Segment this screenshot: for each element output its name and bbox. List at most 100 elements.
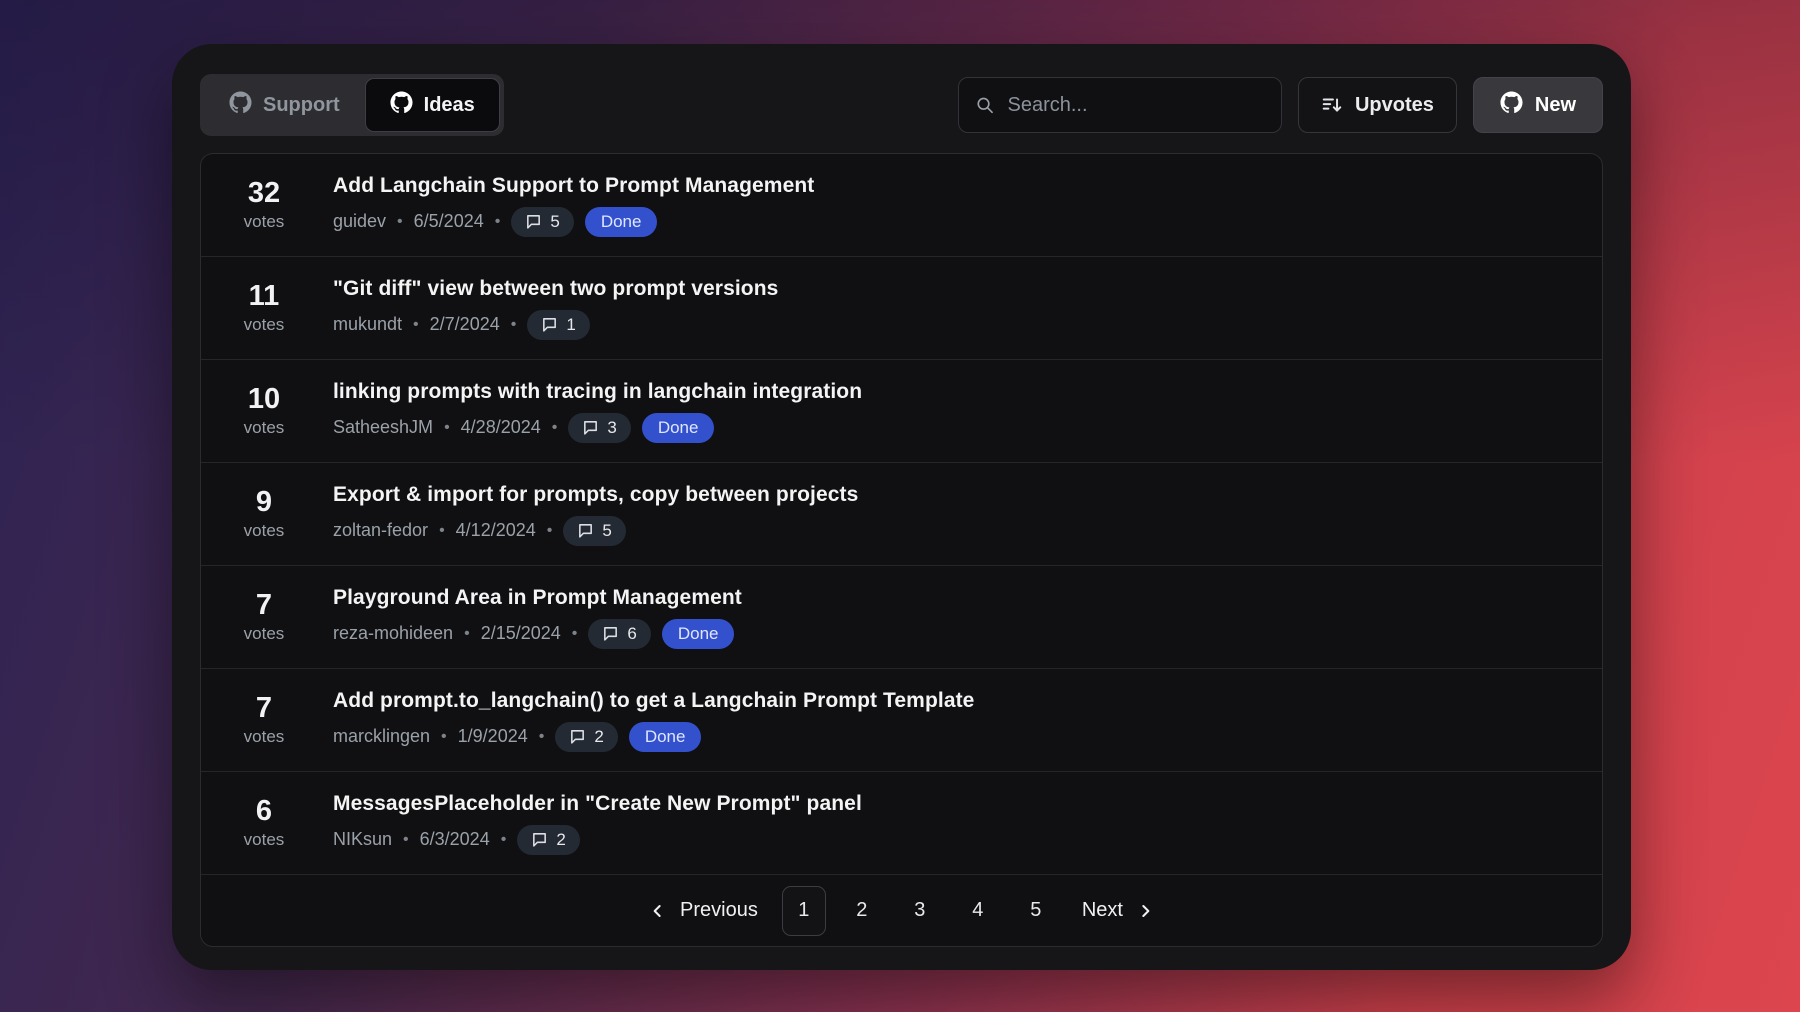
votes-label: votes <box>225 521 303 541</box>
comment-count: 6 <box>627 624 636 644</box>
meta-separator: • <box>572 625 578 643</box>
status-badge-done: Done <box>642 413 715 443</box>
tab-ideas-label: Ideas <box>424 94 475 117</box>
page-button-3[interactable]: 3 <box>898 886 942 936</box>
vote-count: 7 <box>225 590 303 622</box>
meta-separator: • <box>511 316 517 334</box>
comment-icon <box>569 728 586 745</box>
votes-label: votes <box>225 418 303 438</box>
status-badge-done: Done <box>662 619 735 649</box>
ideas-list: 32 votes Add Langchain Support to Prompt… <box>200 153 1603 947</box>
idea-meta: NIKsun • 6/3/2024 • 2 <box>333 825 862 855</box>
page-button-4[interactable]: 4 <box>956 886 1000 936</box>
meta-separator: • <box>547 522 553 540</box>
idea-row[interactable]: 10 votes linking prompts with tracing in… <box>201 360 1602 463</box>
sort-button-label: Upvotes <box>1355 94 1434 117</box>
board-tab-group: Support Ideas <box>200 74 504 136</box>
idea-row[interactable]: 11 votes "Git diff" view between two pro… <box>201 257 1602 360</box>
vote-count: 9 <box>225 487 303 519</box>
page-button-5[interactable]: 5 <box>1014 886 1058 936</box>
idea-content: Add prompt.to_langchain() to get a Langc… <box>333 689 974 752</box>
idea-meta: guidev • 6/5/2024 • 5 Done <box>333 207 814 237</box>
comment-count-pill[interactable]: 5 <box>511 207 573 237</box>
idea-date: 2/7/2024 <box>430 314 500 335</box>
comment-count: 2 <box>556 830 565 850</box>
meta-separator: • <box>397 213 403 231</box>
idea-content: linking prompts with tracing in langchai… <box>333 380 862 443</box>
meta-separator: • <box>413 316 419 334</box>
comment-count: 5 <box>602 521 611 541</box>
idea-row[interactable]: 9 votes Export & import for prompts, cop… <box>201 463 1602 566</box>
idea-date: 6/5/2024 <box>414 211 484 232</box>
idea-author: marcklingen <box>333 726 430 747</box>
idea-row[interactable]: 6 votes MessagesPlaceholder in "Create N… <box>201 772 1602 875</box>
vote-count: 6 <box>225 796 303 828</box>
github-icon <box>229 91 252 120</box>
idea-row[interactable]: 7 votes Playground Area in Prompt Manage… <box>201 566 1602 669</box>
vote-count: 32 <box>225 178 303 210</box>
page-button-1[interactable]: 1 <box>782 886 826 936</box>
idea-title: Export & import for prompts, copy betwee… <box>333 483 858 507</box>
idea-author: guidev <box>333 211 386 232</box>
next-page-button[interactable]: Next <box>1072 899 1165 922</box>
idea-author: zoltan-fedor <box>333 520 428 541</box>
idea-author: mukundt <box>333 314 402 335</box>
comment-count: 1 <box>566 315 575 335</box>
new-post-button[interactable]: New <box>1473 77 1603 133</box>
idea-meta: zoltan-fedor • 4/12/2024 • 5 <box>333 516 858 546</box>
comment-count-pill[interactable]: 2 <box>555 722 617 752</box>
previous-page-button[interactable]: Previous <box>638 899 768 922</box>
idea-row[interactable]: 32 votes Add Langchain Support to Prompt… <box>201 154 1602 257</box>
pagination-bar: Previous 1 2 3 4 5 Next <box>201 875 1602 946</box>
votes-label: votes <box>225 727 303 747</box>
sort-upvotes-button[interactable]: Upvotes <box>1298 77 1457 133</box>
idea-author: reza-mohideen <box>333 623 453 644</box>
comment-count-pill[interactable]: 6 <box>588 619 650 649</box>
idea-title: Add Langchain Support to Prompt Manageme… <box>333 174 814 198</box>
vote-count: 10 <box>225 384 303 416</box>
comment-count-pill[interactable]: 2 <box>517 825 579 855</box>
github-icon <box>1500 91 1523 120</box>
idea-title: "Git diff" view between two prompt versi… <box>333 277 778 301</box>
search-box <box>958 77 1282 133</box>
search-icon <box>975 94 995 116</box>
vote-count: 7 <box>225 693 303 725</box>
idea-date: 6/3/2024 <box>420 829 490 850</box>
comment-count: 5 <box>550 212 559 232</box>
chevron-right-icon <box>1135 901 1155 921</box>
idea-content: Playground Area in Prompt Management rez… <box>333 586 742 649</box>
tab-support[interactable]: Support <box>204 78 365 132</box>
idea-title: Add prompt.to_langchain() to get a Langc… <box>333 689 974 713</box>
meta-separator: • <box>444 419 450 437</box>
status-badge-done: Done <box>629 722 702 752</box>
votes-column: 6 votes <box>225 796 303 850</box>
idea-row[interactable]: 7 votes Add prompt.to_langchain() to get… <box>201 669 1602 772</box>
meta-separator: • <box>495 213 501 231</box>
comment-count-pill[interactable]: 5 <box>563 516 625 546</box>
feedback-board-card: Support Ideas Upvotes New 32 votes <box>172 44 1631 970</box>
comment-count-pill[interactable]: 3 <box>568 413 630 443</box>
search-input[interactable] <box>1008 94 1265 117</box>
sort-descending-icon <box>1321 94 1343 116</box>
meta-separator: • <box>539 728 545 746</box>
idea-title: linking prompts with tracing in langchai… <box>333 380 862 404</box>
page-button-2[interactable]: 2 <box>840 886 884 936</box>
idea-meta: mukundt • 2/7/2024 • 1 <box>333 310 778 340</box>
idea-date: 4/28/2024 <box>461 417 541 438</box>
idea-author: NIKsun <box>333 829 392 850</box>
tab-ideas[interactable]: Ideas <box>365 78 500 132</box>
votes-column: 9 votes <box>225 487 303 541</box>
idea-content: Export & import for prompts, copy betwee… <box>333 483 858 546</box>
comment-count-pill[interactable]: 1 <box>527 310 589 340</box>
votes-column: 7 votes <box>225 693 303 747</box>
tab-support-label: Support <box>263 94 340 117</box>
meta-separator: • <box>403 831 409 849</box>
votes-column: 7 votes <box>225 590 303 644</box>
idea-meta: reza-mohideen • 2/15/2024 • 6 Done <box>333 619 742 649</box>
meta-separator: • <box>441 728 447 746</box>
idea-date: 2/15/2024 <box>481 623 561 644</box>
comment-icon <box>541 316 558 333</box>
idea-title: MessagesPlaceholder in "Create New Promp… <box>333 792 862 816</box>
meta-separator: • <box>464 625 470 643</box>
github-icon <box>390 91 413 120</box>
